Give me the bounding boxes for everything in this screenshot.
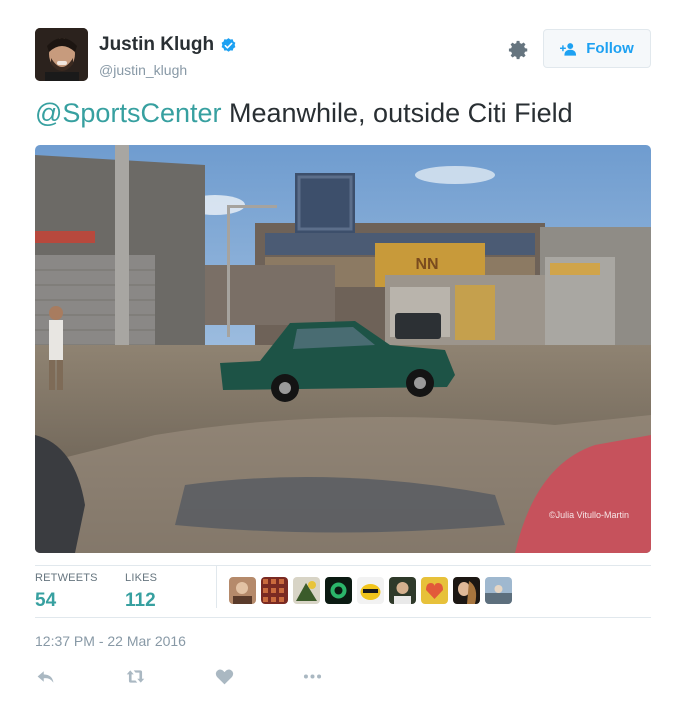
liker-avatar[interactable] (261, 577, 288, 604)
follow-button[interactable]: Follow (543, 29, 651, 68)
liker-avatar[interactable] (421, 577, 448, 604)
user-full-name[interactable]: Justin Klugh (99, 34, 237, 56)
like-heart-icon[interactable] (214, 666, 235, 687)
full-name-text[interactable]: Justin Klugh (99, 34, 214, 56)
tweet-header: Justin Klugh @justin_klugh Follow (35, 28, 651, 84)
tweet-text: @SportsCenter Meanwhile, outside Citi Fi… (35, 98, 573, 129)
liker-avatar[interactable] (453, 577, 480, 604)
tweet-timestamp[interactable]: 12:37 PM - 22 Mar 2016 (35, 633, 186, 649)
liker-avatar[interactable] (389, 577, 416, 604)
liker-avatar[interactable] (293, 577, 320, 604)
liker-avatar[interactable] (325, 577, 352, 604)
divider-bottom (35, 617, 651, 618)
retweets-stat[interactable]: RETWEETS 54 (35, 572, 98, 612)
retweets-label: RETWEETS (35, 572, 98, 584)
photo-image: NN (35, 145, 651, 553)
follow-label: Follow (586, 40, 634, 57)
liker-avatar[interactable] (485, 577, 512, 604)
follow-plus-icon (560, 42, 577, 56)
likes-label: LIKES (125, 572, 158, 584)
stats-separator (216, 566, 217, 608)
verified-badge-icon (221, 37, 236, 52)
reply-icon[interactable] (35, 666, 56, 687)
divider-top (35, 565, 651, 566)
tweet-photo[interactable]: NN ©Julia Vitullo-Martin (35, 145, 651, 553)
liker-avatars (229, 577, 512, 604)
user-names: Justin Klugh @justin_klugh (99, 34, 237, 78)
more-dots-icon[interactable] (302, 666, 323, 687)
liker-avatar[interactable] (357, 577, 384, 604)
gear-icon[interactable] (508, 39, 530, 61)
likes-count: 112 (125, 590, 156, 611)
user-handle[interactable]: @justin_klugh (99, 62, 237, 78)
photo-credit: ©Julia Vitullo-Martin (549, 510, 629, 520)
svg-text:NN: NN (415, 256, 438, 273)
mention-link[interactable]: @SportsCenter (35, 98, 221, 128)
likes-stat[interactable]: LIKES 112 (125, 572, 157, 612)
retweets-count: 54 (35, 590, 57, 611)
retweet-icon[interactable] (125, 666, 146, 687)
liker-avatar[interactable] (229, 577, 256, 604)
action-bar (35, 666, 323, 687)
avatar[interactable] (35, 28, 88, 81)
tweet-body: Meanwhile, outside Citi Field (221, 98, 573, 128)
